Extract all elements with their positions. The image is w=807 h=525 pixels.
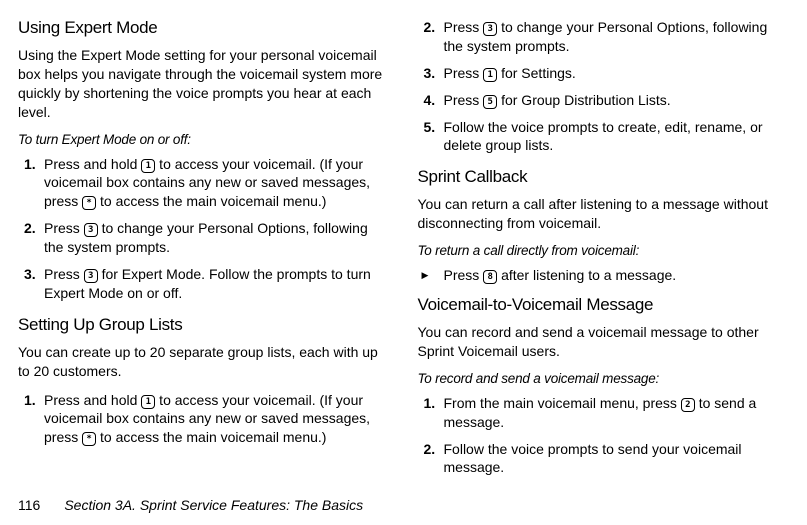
intro-expert-mode: Using the Expert Mode setting for your p… [18,46,390,122]
step-text: for Group Distribution Lists. [497,92,671,108]
heading-expert-mode: Using Expert Mode [18,18,390,38]
page-number: 116 [18,497,40,513]
step-text: Press [444,267,484,283]
steps-expert-mode: Press and hold 1 to access your voicemai… [18,155,390,303]
step-text: Press [444,19,484,35]
key-3-icon: 3 [84,223,98,237]
key-star-icon: * [82,432,96,446]
step-text: Follow the voice prompts to send your vo… [444,441,742,476]
step-item: Follow the voice prompts to send your vo… [418,440,790,478]
intro-vm-to-vm: You can record and send a voicemail mess… [418,323,790,361]
step-item: Press 3 to change your Personal Options,… [18,219,390,257]
key-1-icon: 1 [141,159,155,173]
content-columns: Using Expert Mode Using the Expert Mode … [18,18,789,478]
subhead-vm-record: To record and send a voicemail message: [418,371,790,386]
key-5-icon: 5 [483,95,497,109]
step-text: to access the main voicemail menu.) [96,429,326,445]
step-item: Follow the voice prompts to create, edit… [418,118,790,156]
key-1-icon: 1 [483,68,497,82]
step-text: for Settings. [497,65,576,81]
step-text: Press and hold [44,156,141,172]
step-text: Press [444,92,484,108]
step-text: Press [44,266,84,282]
heading-sprint-callback: Sprint Callback [418,167,790,187]
page-footer: 116 Section 3A. Sprint Service Features: … [18,497,363,513]
intro-sprint-callback: You can return a call after listening to… [418,195,790,233]
steps-vm-to-vm: From the main voicemail menu, press 2 to… [418,394,790,478]
key-1-icon: 1 [141,395,155,409]
steps-group-lists-cont: Press 3 to change your Personal Options,… [418,18,790,155]
step-item: Press 3 to change your Personal Options,… [418,18,790,56]
step-text: Press [444,65,484,81]
steps-group-lists: Press and hold 1 to access your voicemai… [18,391,390,448]
step-item: Press 1 for Settings. [418,64,790,83]
key-8-icon: 8 [483,270,497,284]
step-item: From the main voicemail menu, press 2 to… [418,394,790,432]
heading-vm-to-vm: Voicemail-to-Voicemail Message [418,295,790,315]
left-column: Using Expert Mode Using the Expert Mode … [18,18,390,478]
step-item: Press and hold 1 to access your voicemai… [18,391,390,448]
step-text: Press and hold [44,392,141,408]
key-2-icon: 2 [681,398,695,412]
key-3-icon: 3 [483,22,497,36]
intro-group-lists: You can create up to 20 separate group l… [18,343,390,381]
right-column: Press 3 to change your Personal Options,… [418,18,790,478]
subhead-expert-toggle: To turn Expert Mode on or off: [18,132,390,147]
bullet-item: Press 8 after listening to a message. [418,266,790,285]
step-item: Press 5 for Group Distribution Lists. [418,91,790,110]
section-title-footer: Section 3A. Sprint Service Features: The… [64,497,363,513]
step-text: From the main voicemail menu, press [444,395,681,411]
step-text: after listening to a message. [497,267,676,283]
key-3-icon: 3 [84,269,98,283]
step-item: Press 3 for Expert Mode. Follow the prom… [18,265,390,303]
step-text: Follow the voice prompts to create, edit… [444,119,763,154]
heading-group-lists: Setting Up Group Lists [18,315,390,335]
subhead-callback: To return a call directly from voicemail… [418,243,790,258]
step-text: Press [44,220,84,236]
step-item: Press and hold 1 to access your voicemai… [18,155,390,212]
step-text: to access the main voicemail menu.) [96,193,326,209]
key-star-icon: * [82,196,96,210]
